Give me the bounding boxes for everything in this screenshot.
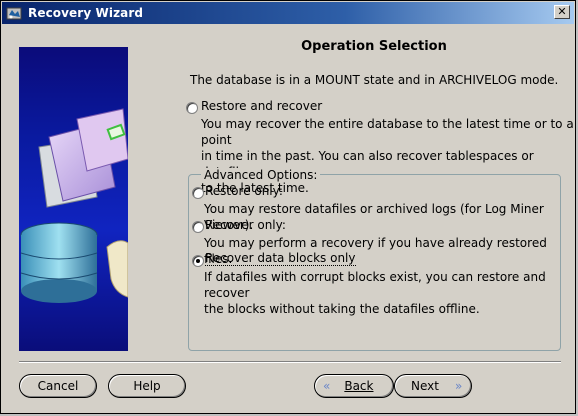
cancel-button[interactable]: Cancel (19, 374, 97, 398)
back-arrow-icon: « (323, 379, 331, 393)
wizard-illustration (19, 47, 128, 351)
description-line: If datafiles with corrupt blocks exist, … (204, 270, 546, 300)
back-button[interactable]: « Back (314, 374, 394, 398)
recover-only-radio[interactable] (192, 221, 204, 233)
recover-only-label[interactable]: Recover only: (205, 218, 286, 232)
cancel-button-label: Cancel (37, 379, 79, 393)
restore-only-radio[interactable] (192, 187, 204, 199)
page-title: Operation Selection (301, 39, 447, 54)
restore-only-label[interactable]: Restore only: (205, 184, 283, 198)
restore-recover-label[interactable]: Restore and recover (201, 99, 322, 113)
close-icon: ✕ (557, 5, 567, 18)
recover-blocks-radio[interactable] (192, 255, 204, 267)
description-line: You may recover the entire database to t… (201, 117, 574, 147)
description-line: the blocks without taking the datafiles … (204, 302, 480, 316)
database-state-text: The database is in a MOUNT state and in … (190, 73, 559, 87)
footer-separator (19, 361, 561, 363)
next-button[interactable]: Next » (394, 374, 472, 398)
recover-blocks-description: If datafiles with corrupt blocks exist, … (204, 269, 575, 317)
close-button[interactable]: ✕ (554, 5, 570, 19)
recover-blocks-label[interactable]: Recover data blocks only (205, 251, 356, 266)
restore-recover-radio[interactable] (186, 102, 198, 114)
next-arrow-icon: » (454, 379, 463, 393)
help-button-label: Help (133, 379, 161, 393)
title-bar: Recovery Wizard ✕ (2, 2, 574, 24)
advanced-options-title: Advanced Options: (201, 168, 321, 182)
help-button[interactable]: Help (108, 374, 186, 398)
window-title: Recovery Wizard (28, 6, 144, 20)
wizard-app-icon (6, 5, 22, 21)
back-button-label: Back (344, 379, 374, 393)
recovery-wizard-window: Recovery Wizard ✕ Operation Selection Th… (0, 0, 576, 414)
next-button-label: Next (411, 379, 439, 393)
